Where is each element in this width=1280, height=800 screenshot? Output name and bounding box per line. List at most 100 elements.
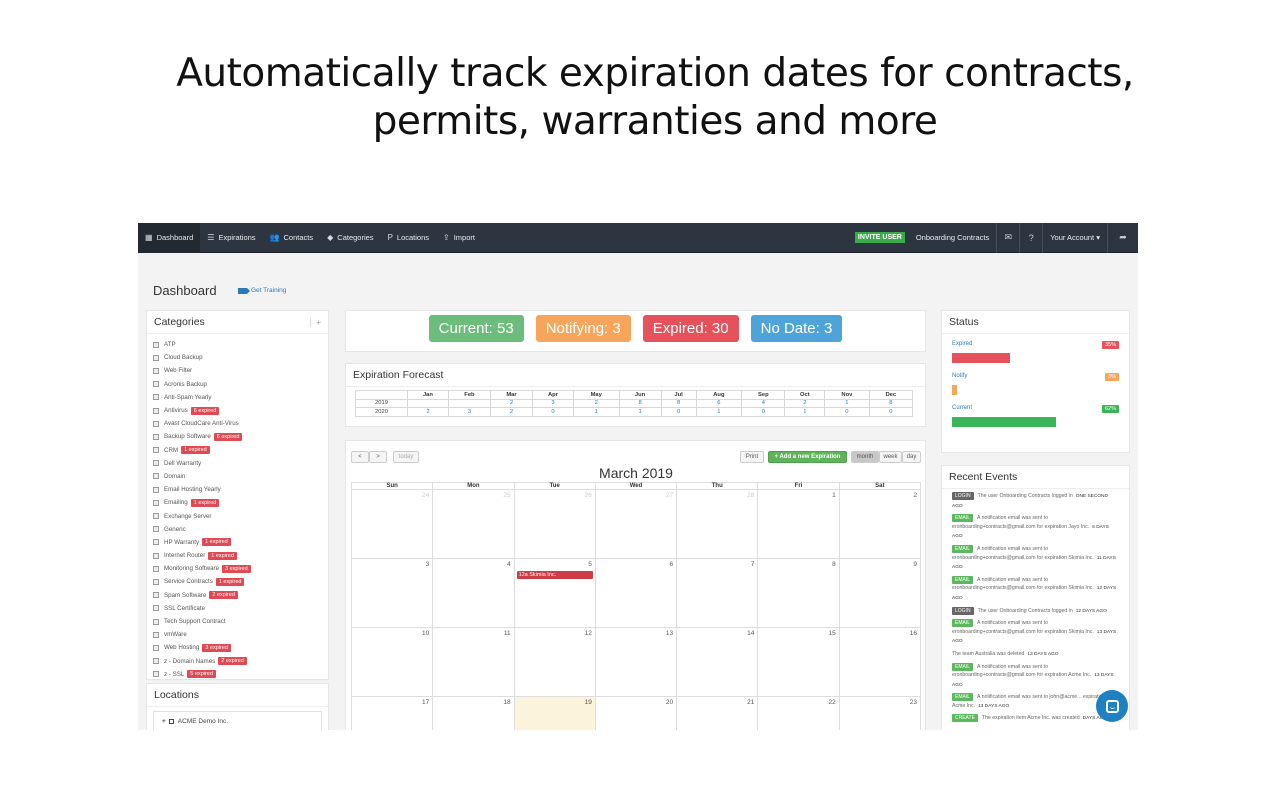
calendar-day[interactable]: 12	[515, 628, 596, 696]
status-count-box[interactable]: No Date: 3	[750, 315, 843, 342]
location-item[interactable]: + ACME Demo Inc.	[153, 711, 322, 730]
chat-launcher-button[interactable]	[1096, 690, 1128, 722]
calendar-day[interactable]: 24	[352, 490, 434, 558]
calendar-day[interactable]: 26	[515, 490, 596, 558]
category-checkbox[interactable]	[153, 644, 159, 651]
calendar-day[interactable]: 5 12a Skimia Inc.	[515, 559, 596, 627]
org-switcher[interactable]: Onboarding Contracts	[909, 223, 996, 253]
calendar-day[interactable]: 4	[433, 559, 515, 627]
calendar-day[interactable]: 25	[433, 490, 515, 558]
next-month-button[interactable]: >	[369, 451, 387, 463]
calendar-day[interactable]: 17	[352, 697, 434, 730]
forecast-count[interactable]: 4	[741, 398, 786, 408]
calendar-day[interactable]: 10	[352, 628, 434, 696]
location-checkbox[interactable]	[168, 718, 174, 724]
forecast-count[interactable]: 2	[572, 398, 620, 408]
category-checkbox[interactable]	[153, 578, 159, 585]
forecast-count[interactable]: 1	[695, 407, 743, 417]
nav-dashboard[interactable]: ▦ Dashboard	[138, 223, 201, 253]
calendar-event[interactable]: 12a Skimia Inc.	[516, 571, 593, 579]
forecast-count[interactable]: 6	[695, 398, 743, 408]
category-checkbox[interactable]	[153, 420, 159, 427]
view-day-button[interactable]: day	[902, 451, 921, 463]
forecast-count[interactable]: 2	[407, 407, 449, 417]
category-item[interactable]: CRM 1 expired	[153, 444, 322, 457]
calendar-day[interactable]: 13	[596, 628, 678, 696]
add-category-button[interactable]: +	[310, 317, 321, 327]
calendar-day[interactable]: 28	[677, 490, 759, 558]
forecast-count[interactable]: 1	[572, 407, 620, 417]
nav-contacts[interactable]: 👥 Contacts	[263, 223, 321, 253]
category-checkbox[interactable]	[153, 552, 159, 559]
calendar-day[interactable]: 3	[352, 559, 434, 627]
category-item[interactable]: Anti-Spam Yearly	[153, 391, 322, 404]
forecast-count[interactable]: 0	[824, 407, 870, 417]
calendar-day[interactable]: 1	[758, 490, 840, 558]
calendar-day[interactable]: 22	[758, 697, 840, 730]
envelope-icon[interactable]: ✉	[997, 223, 1019, 253]
forecast-count[interactable]: 8	[618, 398, 662, 408]
category-item[interactable]: Web Filter	[153, 364, 322, 377]
category-item[interactable]: Generic	[153, 523, 322, 536]
category-item[interactable]: Web Hosting 3 expired	[153, 641, 322, 654]
category-checkbox[interactable]	[153, 460, 159, 467]
calendar-day[interactable]: 19	[514, 697, 596, 730]
forecast-count[interactable]: 2	[784, 398, 826, 408]
prev-month-button[interactable]: <	[351, 451, 369, 463]
forecast-count[interactable]: 2	[489, 398, 534, 408]
forecast-count[interactable]: 0	[532, 407, 574, 417]
add-expiration-button[interactable]: + Add a new Expiration	[768, 451, 847, 463]
category-item[interactable]: Exchange Server	[153, 509, 322, 522]
forecast-count[interactable]: 3	[532, 398, 574, 408]
category-checkbox[interactable]	[153, 658, 159, 665]
calendar-day[interactable]: 15	[758, 628, 840, 696]
category-checkbox[interactable]	[153, 526, 159, 533]
category-checkbox[interactable]	[153, 473, 159, 480]
category-item[interactable]: vmWare	[153, 628, 322, 641]
category-checkbox[interactable]	[153, 407, 159, 414]
category-checkbox[interactable]	[153, 513, 159, 520]
nav-expirations[interactable]: ☰ Expirations	[200, 223, 262, 253]
calendar-day[interactable]: 23	[840, 697, 921, 730]
category-checkbox[interactable]	[153, 354, 159, 361]
category-item[interactable]: HP Warranty 1 expired	[153, 536, 322, 549]
category-item[interactable]: Emailing 1 expired	[153, 496, 322, 509]
category-checkbox[interactable]	[153, 539, 159, 546]
status-count-box[interactable]: Expired: 30	[642, 315, 739, 342]
calendar-day[interactable]: 7	[677, 559, 759, 627]
forecast-count[interactable]: 2	[489, 407, 534, 417]
forecast-count[interactable]: 1	[784, 407, 826, 417]
category-item[interactable]: Acronis Backup	[153, 378, 322, 391]
forecast-count[interactable]: 3	[447, 407, 491, 417]
view-month-button[interactable]: month	[851, 451, 879, 463]
calendar-day[interactable]: 6	[596, 559, 678, 627]
forecast-count[interactable]: 1	[618, 407, 662, 417]
category-checkbox[interactable]	[153, 486, 159, 493]
category-checkbox[interactable]	[153, 394, 159, 401]
category-item[interactable]: SSL Certificate	[153, 602, 322, 615]
view-week-button[interactable]: week	[879, 451, 902, 463]
category-item[interactable]: Cloud Backup	[153, 351, 322, 364]
calendar-day[interactable]: 20	[596, 697, 678, 730]
category-item[interactable]: Tech Support Contract	[153, 615, 322, 628]
category-checkbox[interactable]	[153, 631, 159, 638]
category-checkbox[interactable]	[153, 592, 159, 599]
category-checkbox[interactable]	[153, 565, 159, 572]
forecast-count[interactable]: 8	[868, 398, 914, 408]
category-checkbox[interactable]	[153, 381, 159, 388]
expand-plus-icon[interactable]: +	[162, 718, 166, 725]
status-label[interactable]: Notify	[952, 373, 967, 381]
category-checkbox[interactable]	[153, 433, 159, 440]
category-checkbox[interactable]	[153, 447, 159, 454]
nav-locations[interactable]: P Locations	[381, 223, 436, 253]
get-training-link[interactable]: Get Training	[238, 287, 286, 294]
calendar-day[interactable]: 11	[433, 628, 515, 696]
status-label[interactable]: Current	[952, 405, 972, 413]
status-label[interactable]: Expired	[952, 341, 972, 349]
invite-user-button[interactable]: INVITE USER	[854, 232, 905, 243]
status-count-box[interactable]: Notifying: 3	[535, 315, 631, 342]
category-item[interactable]: Antivirus 6 expired	[153, 404, 322, 417]
category-checkbox[interactable]	[153, 671, 159, 678]
category-item[interactable]: Internet Router 1 expired	[153, 549, 322, 562]
forecast-count[interactable]: 8	[660, 398, 697, 408]
